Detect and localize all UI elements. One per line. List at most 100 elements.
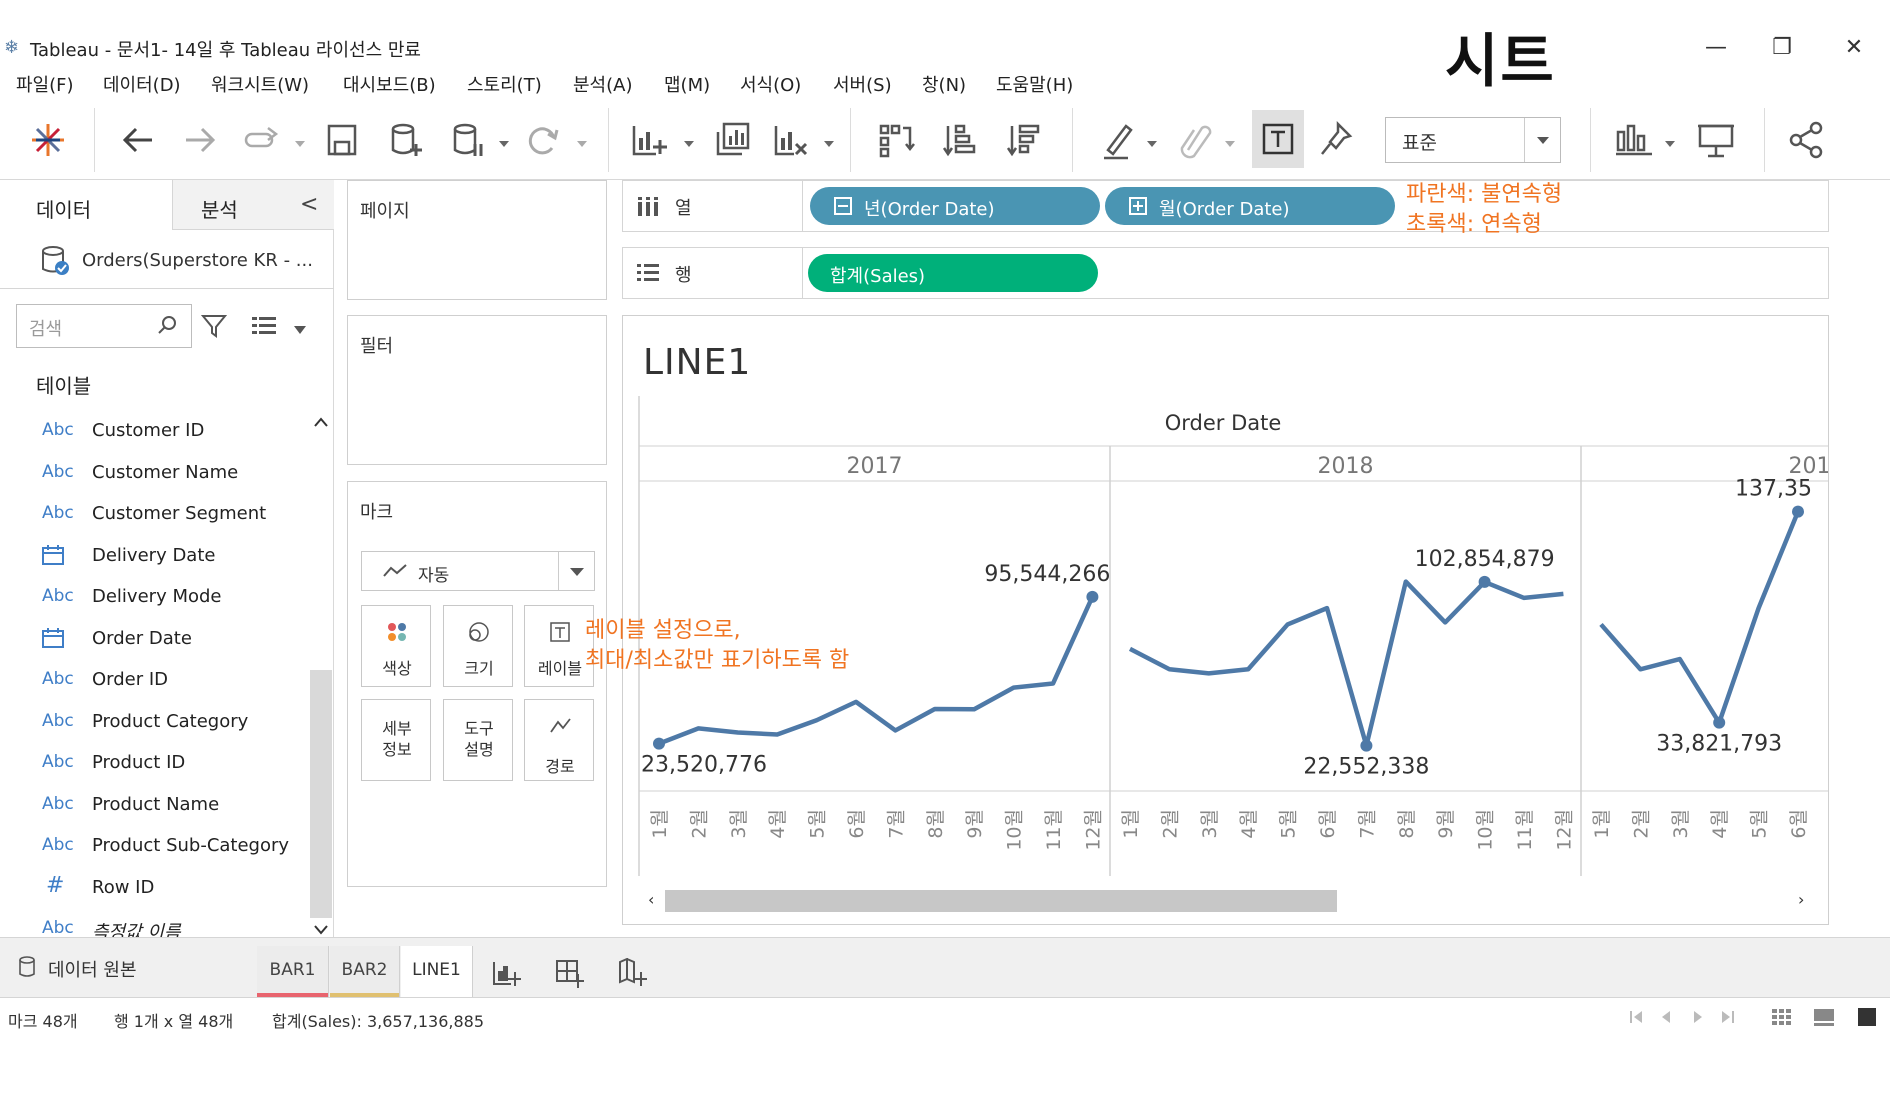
- clear-dropdown-icon[interactable]: [823, 134, 835, 147]
- mark-type-select[interactable]: 자동: [361, 551, 595, 591]
- undo-icon[interactable]: [116, 118, 160, 162]
- pages-card[interactable]: 페이지: [347, 180, 607, 300]
- redo-icon[interactable]: [178, 118, 222, 162]
- sheet-navigation-icon[interactable]: [1628, 1008, 1748, 1026]
- show-mark-labels-icon[interactable]: [1252, 110, 1304, 168]
- swap-rows-columns-icon[interactable]: [876, 118, 916, 162]
- replay-dropdown-icon[interactable]: [294, 134, 306, 147]
- pill-year-order-date[interactable]: 년(Order Date): [810, 187, 1100, 225]
- duplicate-sheet-icon[interactable]: [712, 118, 752, 162]
- field-row[interactable]: Abc Customer Segment: [0, 495, 310, 535]
- show-me-icon[interactable]: [1614, 118, 1654, 162]
- tableau-home-icon[interactable]: [26, 118, 70, 162]
- field-row[interactable]: Abc Delivery Mode: [0, 578, 310, 618]
- group-dropdown-icon[interactable]: [1224, 134, 1236, 147]
- share-icon[interactable]: [1786, 118, 1826, 162]
- new-story-tab-icon[interactable]: [617, 957, 647, 988]
- sheet-tab-line1[interactable]: LINE1: [401, 946, 473, 998]
- expand-icon[interactable]: [1129, 197, 1147, 215]
- pin-axes-icon[interactable]: [1318, 118, 1358, 162]
- sheet-tab-bar1[interactable]: BAR1: [257, 946, 329, 998]
- view-list-icon[interactable]: [250, 314, 278, 338]
- menu-file[interactable]: 파일(F): [16, 71, 74, 97]
- chevron-down-icon[interactable]: [1524, 118, 1560, 162]
- refresh-icon[interactable]: [522, 118, 562, 162]
- new-datasource-icon[interactable]: [386, 118, 426, 162]
- scroll-up-icon[interactable]: [313, 412, 329, 431]
- menu-server[interactable]: 서버(S): [833, 71, 892, 97]
- marks-label-button[interactable]: 레이블: [524, 605, 594, 687]
- field-row[interactable]: Abc Order ID: [0, 661, 310, 701]
- pill-month-order-date[interactable]: 월(Order Date): [1105, 187, 1395, 225]
- filter-icon[interactable]: [200, 312, 228, 340]
- field-row[interactable]: Abc Product Sub-Category: [0, 827, 310, 867]
- menu-analysis[interactable]: 분석(A): [573, 71, 632, 97]
- menu-format[interactable]: 서식(O): [740, 71, 801, 97]
- collapse-pane-button[interactable]: <: [300, 192, 318, 217]
- field-row[interactable]: Delivery Date: [0, 537, 310, 577]
- search-icon[interactable]: [156, 313, 180, 337]
- tab-data[interactable]: 데이터: [0, 180, 172, 230]
- menu-dashboard[interactable]: 대시보드(B): [343, 71, 436, 97]
- month-tick-label: 10월: [1475, 809, 1497, 851]
- field-row[interactable]: Abc Product Name: [0, 786, 310, 826]
- collapse-icon[interactable]: [834, 197, 852, 215]
- marks-path-button[interactable]: 경로: [524, 699, 594, 781]
- highlight-icon[interactable]: [1098, 118, 1138, 162]
- menu-map[interactable]: 맵(M): [664, 71, 710, 97]
- menu-help[interactable]: 도움말(H): [996, 71, 1073, 97]
- scroll-left-icon[interactable]: ‹: [648, 889, 664, 911]
- sort-ascending-icon[interactable]: [940, 118, 980, 162]
- menu-data[interactable]: 데이터(D): [103, 71, 181, 97]
- horizontal-scrollbar-thumb[interactable]: [665, 890, 1337, 912]
- data-label: 95,544,266: [984, 562, 1110, 587]
- presentation-mode-icon[interactable]: [1696, 118, 1736, 162]
- field-row[interactable]: Abc Customer ID: [0, 412, 310, 452]
- fit-select[interactable]: 표준: [1385, 117, 1561, 163]
- new-worksheet-tab-icon[interactable]: [491, 958, 521, 988]
- save-icon[interactable]: [322, 118, 362, 162]
- sort-descending-icon[interactable]: [1004, 118, 1044, 162]
- columns-shelf[interactable]: 열 년(Order Date) 월(Order Date): [622, 180, 1829, 232]
- restore-button[interactable]: ❐: [1762, 30, 1802, 66]
- scrollbar-thumb[interactable]: [310, 670, 332, 918]
- view-mode-icons[interactable]: [1770, 1006, 1880, 1028]
- rows-shelf[interactable]: 행 합계(Sales): [622, 247, 1829, 299]
- close-button[interactable]: ✕: [1834, 30, 1874, 66]
- month-tick-label: 3월: [1199, 809, 1221, 839]
- highlight-dropdown-icon[interactable]: [1146, 134, 1158, 147]
- datasource-dropdown-icon[interactable]: [498, 134, 510, 147]
- marks-tooltip-button[interactable]: 도구 설명: [443, 699, 513, 781]
- new-worksheet-icon[interactable]: [628, 118, 668, 162]
- minimize-button[interactable]: —: [1696, 30, 1736, 66]
- columns-label: 열: [675, 198, 692, 219]
- month-tick-label: 4월: [767, 809, 789, 839]
- new-dashboard-tab-icon[interactable]: [554, 958, 584, 988]
- datasource-tab[interactable]: 데이터 원본: [0, 938, 250, 998]
- filters-card[interactable]: 필터: [347, 315, 607, 465]
- field-row[interactable]: Order Date: [0, 620, 310, 660]
- field-row[interactable]: Abc Product Category: [0, 703, 310, 743]
- chevron-down-icon[interactable]: [558, 552, 594, 590]
- pill-sum-sales[interactable]: 합계(Sales): [808, 254, 1098, 292]
- scroll-right-icon[interactable]: ›: [1798, 889, 1814, 911]
- menu-story[interactable]: 스토리(T): [467, 71, 542, 97]
- menu-worksheet[interactable]: 워크시트(W): [211, 71, 309, 97]
- group-paperclip-icon[interactable]: [1174, 118, 1214, 162]
- field-row[interactable]: Abc Customer Name: [0, 454, 310, 494]
- show-me-dropdown-icon[interactable]: [1664, 134, 1676, 147]
- refresh-dropdown-icon[interactable]: [576, 134, 588, 147]
- pause-datasource-icon[interactable]: [448, 118, 488, 162]
- sheet-tab-bar2[interactable]: BAR2: [330, 946, 400, 998]
- marks-size-button[interactable]: 크기: [443, 605, 513, 687]
- marks-detail-button[interactable]: 세부 정보: [361, 699, 431, 781]
- field-row[interactable]: Abc Product ID: [0, 744, 310, 784]
- new-worksheet-dropdown-icon[interactable]: [683, 134, 695, 147]
- view-list-dropdown-icon[interactable]: [293, 320, 307, 334]
- field-row[interactable]: # Row ID: [0, 869, 310, 909]
- marks-color-button[interactable]: 색상: [361, 605, 431, 687]
- clear-sheet-icon[interactable]: [770, 118, 810, 162]
- replay-icon[interactable]: [240, 118, 284, 162]
- menu-window[interactable]: 창(N): [922, 71, 966, 97]
- datasource-name[interactable]: Orders(Superstore KR - ...: [82, 250, 313, 271]
